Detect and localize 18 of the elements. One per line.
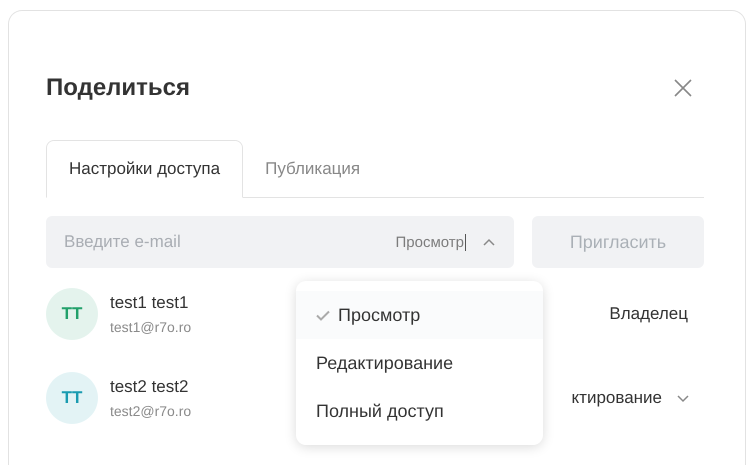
user-name: test2 test2	[110, 377, 188, 397]
avatar: TT	[46, 372, 98, 424]
menu-item[interactable]: Полный доступ	[296, 387, 543, 435]
caret-icon	[676, 393, 690, 403]
menu-item[interactable]: Просмотр	[296, 291, 543, 339]
user-email: test1@r7o.ro	[110, 319, 192, 335]
user-name: test1 test1	[110, 293, 188, 313]
close-icon[interactable]	[673, 78, 693, 98]
dialog-title: Поделиться	[46, 74, 190, 102]
user-role: Владелец	[609, 304, 688, 324]
role-select[interactable]: ктирование	[566, 387, 696, 409]
check-icon	[316, 310, 330, 320]
tab[interactable]: Публикация	[243, 140, 382, 198]
user-email: test2@r7o.ro	[110, 403, 192, 419]
avatar: TT	[46, 288, 98, 340]
caret-icon	[482, 237, 496, 247]
tab[interactable]: Настройки доступа	[46, 140, 244, 198]
menu-item[interactable]: Редактирование	[296, 339, 543, 387]
